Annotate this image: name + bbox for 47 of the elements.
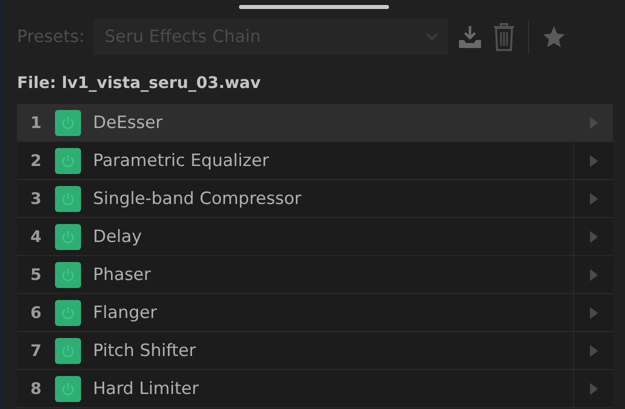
chevron-icon [426,33,438,41]
delete-button[interactable] [492,22,516,52]
effect-number: 5 [29,265,43,284]
power-button[interactable] [55,186,81,212]
power-button[interactable] [55,148,81,174]
star-icon [540,24,567,50]
effect-name: DeEsser [93,112,164,132]
play-icon [588,382,598,396]
favorite-button[interactable] [540,24,567,50]
power-button[interactable] [55,110,81,136]
file-name: File: lv1_vista_seru_03.wav [17,72,262,94]
effect-name: Single-band Compressor [93,188,302,208]
effect-row[interactable]: 1 DeEsser [17,104,613,142]
trash-icon [492,22,516,52]
power-button[interactable] [55,376,81,402]
power-button[interactable] [55,300,81,326]
effect-name: Flanger [93,302,158,322]
play-icon [588,230,598,244]
play-icon [588,268,598,282]
effect-name: Parametric Equalizer [93,150,270,170]
play-icon [588,306,598,320]
drag-handle[interactable] [239,5,389,9]
play-icon [588,154,598,168]
effect-name: Hard Limiter [93,378,200,398]
effect-name: Pitch Shifter [93,340,197,360]
effect-number: 4 [29,227,43,246]
effect-number: 7 [29,341,43,360]
effect-name: Delay [93,226,143,246]
power-button[interactable] [55,224,81,250]
play-icon [588,192,598,206]
play-icon [588,344,598,358]
effect-number: 1 [29,113,43,132]
effect-row[interactable]: 3 Single-band Compressor [17,180,613,218]
effect-number: 2 [29,151,43,170]
power-button[interactable] [55,262,81,288]
effect-row[interactable]: 7 Pitch Shifter [17,332,613,370]
effect-row[interactable]: 5 Phaser [17,256,613,294]
effect-number: 3 [29,189,43,208]
play-icon [588,116,598,130]
effect-row[interactable]: 2 Parametric Equalizer [17,142,613,180]
effect-number: 6 [29,303,43,322]
effect-row[interactable]: 8 Hard Limiter [17,370,613,408]
effect-name: Phaser [93,264,152,284]
power-button[interactable] [55,338,81,364]
effect-number: 8 [29,379,43,398]
effect-row[interactable]: 6 Flanger [17,294,613,332]
effect-row[interactable]: 4 Delay [17,218,613,256]
